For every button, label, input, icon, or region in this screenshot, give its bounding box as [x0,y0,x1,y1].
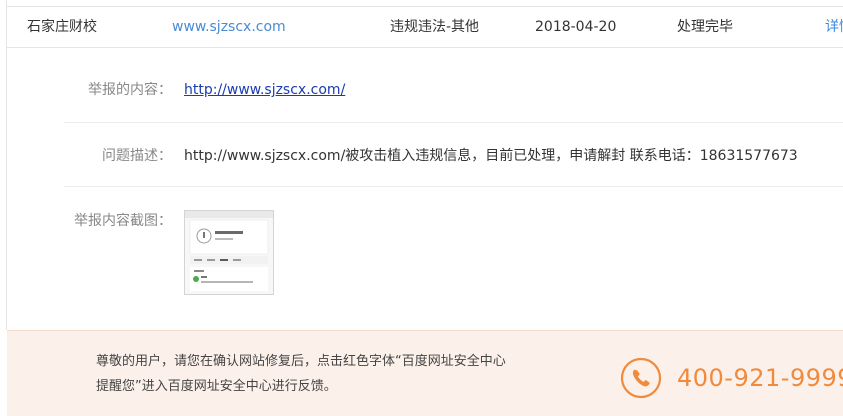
detail-link[interactable]: 详情 [825,7,843,47]
screenshot-row: 举报内容截图： [64,187,843,307]
notice-text: 尊敬的用户，请您在确认网站修复后，点击红色字体“百度网址安全中心 提醒您”进入百… [96,349,566,399]
violation-type: 违规违法-其他 [390,19,480,35]
screenshot-label: 举报内容截图： [74,213,172,229]
report-page: 石家庄财校 www.sjzscx.com 违规违法-其他 2018-04-20 … [0,0,843,416]
problem-description-row: 问题描述： http://www.sjzscx.com/被攻击植入违规信息，目前… [64,122,843,187]
status-text: 处理完毕 [677,19,733,35]
notice-line-1: 尊敬的用户，请您在确认网站修复后，点击红色字体“百度网址安全中心 [96,354,506,369]
phone-icon [620,357,662,399]
report-table-row: 石家庄财校 www.sjzscx.com 违规违法-其他 2018-04-20 … [7,6,843,48]
reported-content-link[interactable]: http://www.sjzscx.com/ [184,82,345,98]
report-date: 2018-04-20 [535,19,617,35]
feedback-notice: 尊敬的用户，请您在确认网站修复后，点击红色字体“百度网址安全中心 提醒您”进入百… [7,330,843,416]
problem-description-label: 问题描述： [102,148,172,164]
screenshot-thumbnail-image [185,211,273,294]
reported-content-row: 举报的内容： http://www.sjzscx.com/ [64,70,843,123]
site-url-link[interactable]: www.sjzscx.com [172,7,286,47]
reported-content-value: http://www.sjzscx.com/ [184,80,345,100]
support-phone-number: 400-921-9999 [677,364,843,392]
problem-description-value: http://www.sjzscx.com/被攻击植入违规信息，目前已处理，申请… [184,148,798,164]
site-name: 石家庄财校 [27,19,97,35]
reported-content-label: 举报的内容： [88,82,172,98]
report-screenshot-thumbnail[interactable] [184,210,274,295]
left-border [6,0,7,330]
notice-line-2: 提醒您”进入百度网址安全中心进行反馈。 [96,379,337,394]
